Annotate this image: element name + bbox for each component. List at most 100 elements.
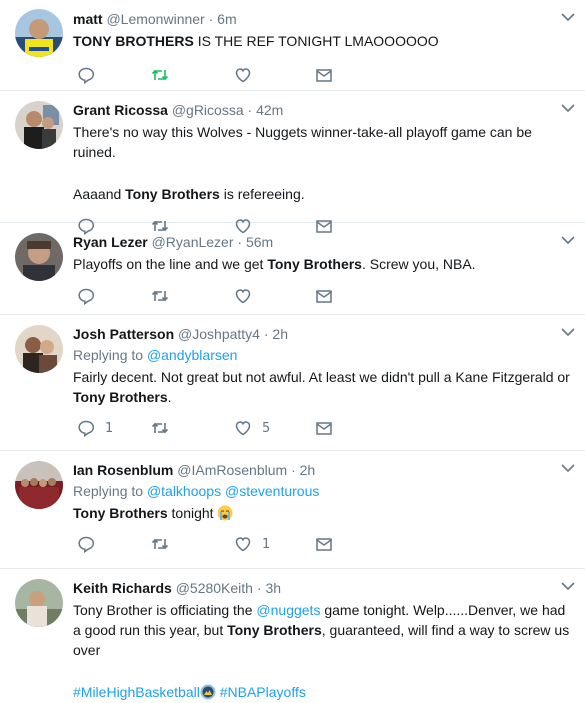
text-span: . (167, 389, 172, 405)
avatar[interactable] (15, 461, 63, 509)
tweet-actions: 1 5 (73, 408, 585, 448)
tweet-header: Ian Rosenblum @IAmRosenblum · 2h (73, 461, 585, 480)
retweet-button[interactable] (151, 286, 169, 306)
avatar[interactable] (15, 9, 63, 57)
reply-button[interactable] (77, 286, 95, 306)
timestamp[interactable]: 6m (217, 11, 236, 27)
tweet-text: Tony Brother is officiating the @nuggets… (73, 600, 585, 660)
envelope-icon (316, 290, 332, 303)
replying-to: Replying to @andyblarsen (73, 346, 585, 365)
user-handle[interactable]: @Lemonwinner (106, 11, 204, 27)
tweet[interactable]: Ian Rosenblum @IAmRosenblum · 2h Replyin… (0, 451, 585, 569)
mention-link[interactable]: @nuggets (256, 602, 320, 618)
like-button[interactable]: 5 (234, 418, 270, 438)
reply-icon (78, 67, 95, 84)
tweet[interactable]: Ryan Lezer @RyanLezer · 56m Playoffs on … (0, 223, 585, 315)
message-button[interactable] (315, 534, 333, 554)
like-count: 5 (262, 420, 271, 436)
timestamp[interactable]: 42m (256, 102, 283, 118)
tweet-text: Aaaand Tony Brothers is refereeing. (73, 184, 585, 204)
tweet-actions: 1 (73, 524, 585, 564)
chevron-down-icon[interactable] (561, 327, 575, 337)
hashtag-link[interactable]: #NBAPlayoffs (220, 684, 306, 700)
user-handle[interactable]: @IAmRosenblum (177, 462, 287, 478)
avatar[interactable] (15, 101, 63, 149)
retweet-icon (151, 290, 169, 302)
heart-icon (235, 68, 251, 83)
chevron-down-icon[interactable] (561, 12, 575, 22)
text-span: Aaaand (73, 186, 126, 202)
avatar[interactable] (15, 579, 63, 627)
chevron-down-icon[interactable] (561, 103, 575, 113)
user-name[interactable]: Grant Ricossa (73, 102, 168, 118)
reply-count: 1 (105, 420, 114, 436)
retweet-button[interactable] (151, 534, 169, 554)
reply-button[interactable]: 1 (77, 418, 113, 438)
replying-to: Replying to @talkhoops @steventurous (73, 482, 585, 501)
heart-icon (235, 537, 251, 552)
timestamp[interactable]: 2h (300, 462, 316, 478)
message-button[interactable] (315, 65, 333, 85)
tweet-feed: matt @Lemonwinner · 6m TONY BROTHERS IS … (0, 0, 585, 703)
separator: · (263, 326, 269, 342)
reply-button[interactable] (77, 534, 95, 554)
like-button[interactable] (234, 286, 252, 306)
reply-icon (78, 536, 95, 553)
bold-text: Tony Brothers (73, 505, 168, 521)
text-span: Fairly decent. Not great but not awful. … (73, 369, 570, 385)
separator: · (208, 11, 214, 27)
bold-text: Tony Brothers (267, 256, 362, 272)
mention-link[interactable]: @steventurous (225, 483, 319, 499)
retweet-button[interactable] (151, 418, 169, 438)
tweet-header: Ryan Lezer @RyanLezer · 56m (73, 233, 585, 252)
bold-text: TONY BROTHERS (73, 33, 194, 49)
chevron-down-icon[interactable] (561, 235, 575, 245)
user-handle[interactable]: @5280Keith (176, 580, 253, 596)
tweet-text: Fairly decent. Not great but not awful. … (73, 367, 585, 407)
tweet[interactable]: Grant Ricossa @gRicossa · 42m There's no… (0, 91, 585, 235)
timestamp[interactable]: 3h (265, 580, 281, 596)
user-handle[interactable]: @RyanLezer (152, 234, 234, 250)
text-span: Playoffs on the line and we get (73, 256, 268, 272)
chevron-down-icon[interactable] (561, 463, 575, 473)
tweet[interactable]: matt @Lemonwinner · 6m TONY BROTHERS IS … (0, 0, 585, 91)
tweet-header: Keith Richards @5280Keith · 3h (73, 579, 585, 598)
heart-icon (235, 421, 251, 436)
tweet[interactable]: Josh Patterson @Joshpatty4 · 2h Replying… (0, 315, 585, 451)
crying-face-icon (217, 505, 233, 521)
separator: · (237, 234, 243, 250)
user-name[interactable]: Keith Richards (73, 580, 172, 596)
user-name[interactable]: matt (73, 11, 103, 27)
tweet-header: Josh Patterson @Joshpatty4 · 2h (73, 325, 585, 344)
retweet-button[interactable] (151, 65, 169, 85)
bold-text: Tony Brothers (227, 622, 322, 638)
user-name[interactable]: Ian Rosenblum (73, 462, 173, 478)
avatar[interactable] (15, 325, 63, 373)
tweet-header: matt @Lemonwinner · 6m (73, 10, 585, 29)
tweet-text: Playoffs on the line and we get Tony Bro… (73, 254, 585, 274)
timestamp[interactable]: 56m (246, 234, 273, 250)
message-button[interactable] (315, 418, 333, 438)
like-button[interactable]: 1 (234, 534, 270, 554)
user-name[interactable]: Ryan Lezer (73, 234, 148, 250)
line-break (73, 162, 585, 182)
tweet[interactable]: Keith Richards @5280Keith · 3h Tony Brot… (0, 569, 585, 703)
user-handle[interactable]: @Joshpatty4 (178, 326, 260, 342)
avatar[interactable] (15, 233, 63, 281)
replying-label: Replying to (73, 483, 147, 499)
envelope-icon (316, 69, 332, 82)
reply-button[interactable] (77, 65, 95, 85)
message-button[interactable] (315, 286, 333, 306)
user-name[interactable]: Josh Patterson (73, 326, 174, 342)
tweet-header: Grant Ricossa @gRicossa · 42m (73, 101, 585, 120)
mention-link[interactable]: @talkhoops (147, 483, 221, 499)
retweet-icon (151, 538, 169, 550)
text-span: tonight (167, 505, 218, 521)
user-handle[interactable]: @gRicossa (172, 102, 244, 118)
retweet-icon (151, 422, 169, 434)
like-button[interactable] (234, 65, 252, 85)
chevron-down-icon[interactable] (561, 581, 575, 591)
mention-link[interactable]: @andyblarsen (147, 347, 238, 363)
hashtag-link[interactable]: #MileHighBasketball (73, 684, 200, 700)
timestamp[interactable]: 2h (272, 326, 288, 342)
